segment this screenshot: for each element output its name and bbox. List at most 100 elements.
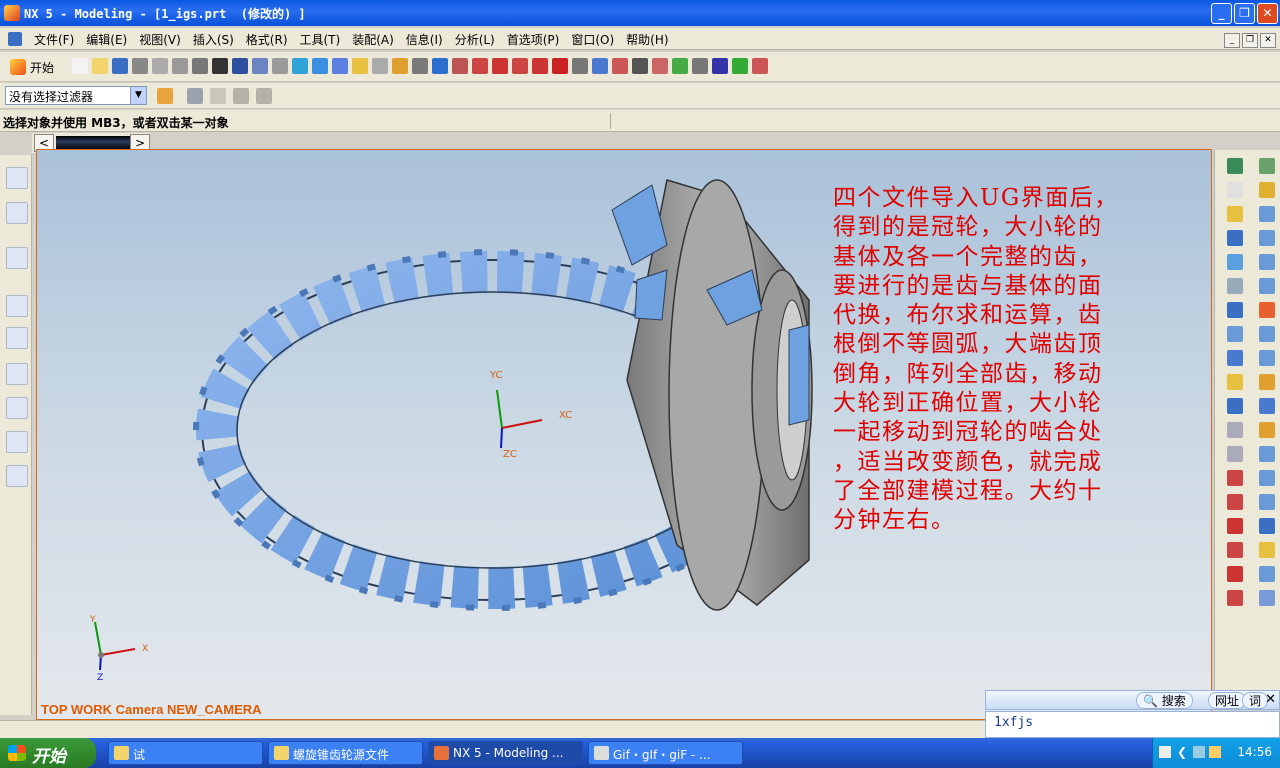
volume-icon[interactable]	[1209, 746, 1221, 758]
network-icon[interactable]	[1193, 746, 1205, 758]
toolbar-tool-icon[interactable]	[392, 58, 408, 74]
toolbar-tool-icon[interactable]	[452, 58, 468, 74]
toolbar-tool-icon[interactable]	[372, 58, 388, 74]
surface-tool-icon[interactable]	[1259, 278, 1275, 294]
windows-start-button[interactable]: 开始	[0, 738, 96, 768]
doc-restore-button[interactable]: ❐	[1242, 33, 1258, 48]
feature-tool-icon[interactable]	[1227, 278, 1243, 294]
task-item-gif[interactable]: Gif・gIf・giF - ...	[588, 741, 743, 765]
toolbar-tool-icon[interactable]	[352, 58, 368, 74]
toolbar-tool-icon[interactable]	[752, 58, 768, 74]
palette-icon[interactable]	[6, 363, 28, 385]
ime-input-box[interactable]: 1xfjs	[985, 711, 1280, 738]
toolbar-tool-icon[interactable]	[192, 58, 208, 74]
navigator-tab[interactable]	[56, 136, 130, 150]
chevron-down-icon[interactable]: ▼	[130, 87, 146, 104]
toolbar-tool-icon[interactable]	[472, 58, 488, 74]
toolbar-tool-icon[interactable]	[212, 58, 228, 74]
surface-tool-icon[interactable]	[1259, 398, 1275, 414]
maximize-button[interactable]: ❐	[1234, 3, 1255, 24]
feature-tool-icon[interactable]	[1227, 326, 1243, 342]
feature-tool-icon[interactable]	[1227, 398, 1243, 414]
toolbar-tool-icon[interactable]	[232, 58, 248, 74]
document-icon[interactable]	[8, 32, 22, 46]
feature-tool-icon[interactable]	[1227, 158, 1243, 174]
feature-tool-icon[interactable]	[1227, 230, 1243, 246]
surface-tool-icon[interactable]	[1259, 542, 1275, 558]
menu-edit[interactable]: 编辑(E)	[80, 28, 133, 51]
surface-tool-icon[interactable]	[1259, 590, 1275, 606]
ime-close-icon[interactable]: ✕	[1265, 692, 1276, 707]
toolbar-tool-icon[interactable]	[132, 58, 148, 74]
snap-settings-icon[interactable]	[256, 88, 272, 104]
feature-tool-icon[interactable]	[1227, 182, 1243, 198]
feature-tool-icon[interactable]	[1227, 446, 1243, 462]
toolbar-tool-icon[interactable]	[92, 58, 108, 74]
toolbar-tool-icon[interactable]	[272, 58, 288, 74]
graphics-window[interactable]: YC XC ZC Y X Z 四个文件导入UG界面后， 得到的是冠轮，大小轮的 基体…	[36, 149, 1212, 720]
menu-file[interactable]: 文件(F)	[28, 28, 80, 51]
feature-tool-icon[interactable]	[1227, 254, 1243, 270]
menu-help[interactable]: 帮助(H)	[620, 28, 674, 51]
surface-tool-icon[interactable]	[1259, 518, 1275, 534]
toolbar-tool-icon[interactable]	[432, 58, 448, 74]
toolbar-tool-icon[interactable]	[152, 58, 168, 74]
feature-tool-icon[interactable]	[1227, 350, 1243, 366]
reuse-library-icon[interactable]	[6, 327, 28, 349]
menu-insert[interactable]: 插入(S)	[187, 28, 240, 51]
toolbar-tool-icon[interactable]	[312, 58, 328, 74]
close-button[interactable]: ✕	[1257, 3, 1278, 24]
assembly-navigator-icon[interactable]	[6, 167, 28, 189]
web-browser-icon[interactable]	[6, 247, 28, 269]
task-item-source-folder[interactable]: 螺旋锥齿轮源文件	[268, 741, 423, 765]
menu-tools[interactable]: 工具(T)	[294, 28, 347, 51]
part-navigator-icon[interactable]	[6, 202, 28, 224]
task-item-folder[interactable]: 试	[108, 741, 263, 765]
menu-window[interactable]: 窗口(O)	[565, 28, 620, 51]
type-filter-select[interactable]: 没有选择过滤器 ▼	[5, 86, 147, 105]
toolbar-tool-icon[interactable]	[112, 58, 128, 74]
toolbar-tool-icon[interactable]	[172, 58, 188, 74]
feature-tool-icon[interactable]	[1227, 374, 1243, 390]
task-item-nx[interactable]: NX 5 - Modeling ...	[428, 741, 583, 765]
feature-tool-icon[interactable]	[1227, 590, 1243, 606]
toolbar-tool-icon[interactable]	[732, 58, 748, 74]
toolbar-tool-icon[interactable]	[652, 58, 668, 74]
menu-analysis[interactable]: 分析(L)	[449, 28, 501, 51]
surface-tool-icon[interactable]	[1259, 206, 1275, 222]
feature-tool-icon[interactable]	[1227, 494, 1243, 510]
surface-tool-icon[interactable]	[1259, 182, 1275, 198]
start-menu-button[interactable]: 开始	[8, 56, 60, 78]
selection-scope-icon[interactable]	[157, 88, 173, 104]
toolbar-tool-icon[interactable]	[552, 58, 568, 74]
toolbar-tool-icon[interactable]	[332, 58, 348, 74]
surface-tool-icon[interactable]	[1259, 374, 1275, 390]
toolbar-tool-icon[interactable]	[532, 58, 548, 74]
feature-tool-icon[interactable]	[1227, 422, 1243, 438]
snap-point-icon[interactable]	[233, 88, 249, 104]
toolbar-tool-icon[interactable]	[512, 58, 528, 74]
keyboard-icon[interactable]	[1159, 746, 1171, 758]
doc-minimize-button[interactable]: _	[1224, 33, 1240, 48]
chevron-left-icon[interactable]: ❮	[1177, 745, 1187, 759]
feature-tool-icon[interactable]	[1227, 518, 1243, 534]
toolbar-tool-icon[interactable]	[692, 58, 708, 74]
surface-tool-icon[interactable]	[1259, 422, 1275, 438]
toolbar-tool-icon[interactable]	[672, 58, 688, 74]
surface-tool-icon[interactable]	[1259, 302, 1275, 318]
surface-tool-icon[interactable]	[1259, 350, 1275, 366]
toolbar-tool-icon[interactable]	[612, 58, 628, 74]
surface-tool-icon[interactable]	[1259, 158, 1275, 174]
surface-tool-icon[interactable]	[1259, 230, 1275, 246]
surface-tool-icon[interactable]	[1259, 254, 1275, 270]
ime-search-button[interactable]: 🔍 搜索	[1136, 692, 1193, 709]
surface-tool-icon[interactable]	[1259, 566, 1275, 582]
toolbar-tool-icon[interactable]	[632, 58, 648, 74]
feature-tool-icon[interactable]	[1227, 302, 1243, 318]
menu-view[interactable]: 视图(V)	[133, 28, 187, 51]
minimize-button[interactable]: _	[1211, 3, 1232, 24]
feature-tool-icon[interactable]	[1227, 542, 1243, 558]
toolbar-tool-icon[interactable]	[72, 58, 88, 74]
surface-tool-icon[interactable]	[1259, 494, 1275, 510]
process-studio-icon[interactable]	[6, 397, 28, 419]
